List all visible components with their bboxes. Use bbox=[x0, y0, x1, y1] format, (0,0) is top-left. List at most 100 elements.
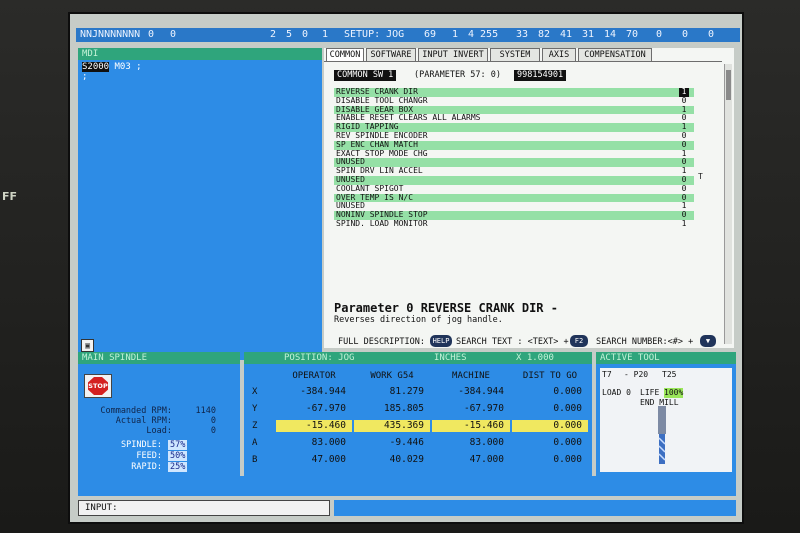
actual-rpm-value: 0 bbox=[210, 416, 216, 426]
actual-rpm-label: Actual RPM: bbox=[115, 416, 172, 426]
tool-life-label: LIFE bbox=[640, 388, 660, 397]
rapid-override-value: 25% bbox=[168, 462, 188, 472]
position-cell: 47.000 bbox=[469, 454, 504, 465]
tab-common[interactable]: COMMON bbox=[326, 48, 364, 61]
tab-divider bbox=[324, 61, 722, 62]
position-panel-header: POSITION: JOG INCHES X 1.000 bbox=[244, 352, 592, 364]
tool-load: LOAD 0 bbox=[602, 388, 631, 397]
parameter-value[interactable]: 998154901 bbox=[514, 70, 567, 81]
tab-compensation[interactable]: COMPENSATION bbox=[578, 48, 652, 61]
position-cell: 0.000 bbox=[553, 454, 582, 465]
tab-axis[interactable]: AXIS bbox=[542, 48, 576, 61]
parameter-bit-row[interactable]: EXACT STOP MODE CHG 1 bbox=[334, 149, 694, 159]
spindle-override-row: SPINDLE: 57% bbox=[82, 440, 234, 450]
program-text[interactable]: S2000 M03 ; ; bbox=[82, 62, 142, 82]
position-column-header: DIST TO GO bbox=[522, 371, 578, 381]
stop-sign-icon: STOP bbox=[88, 377, 108, 395]
position-mode-label: POSITION: JOG bbox=[284, 353, 355, 363]
tab-software[interactable]: SOFTWARE bbox=[366, 48, 416, 61]
floppy-disk-icon[interactable]: ▣ bbox=[81, 339, 94, 352]
axis-label: X bbox=[252, 387, 258, 397]
tool-info: T7 - P20 T25 LOAD 0 LIFE 100% END MILL bbox=[600, 368, 732, 472]
program-cursor-word[interactable]: S2000 bbox=[82, 62, 110, 72]
status-value: 0 bbox=[708, 29, 715, 40]
tool-number-secondary: T25 bbox=[662, 370, 677, 379]
parameter-description-title: Parameter 0 REVERSE CRANK DIR - bbox=[334, 301, 558, 315]
parameter-bit-label: SPIND. LOAD MONITOR bbox=[336, 219, 428, 228]
status-value: 14 bbox=[604, 29, 617, 40]
override-box: SPINDLE: 57% FEED: 50% RAPID: 25% bbox=[82, 440, 234, 472]
position-cell: -67.970 bbox=[463, 403, 504, 414]
status-value: 0 bbox=[302, 29, 309, 40]
position-cell: 0.000 bbox=[512, 420, 588, 432]
position-cell: 435.369 bbox=[354, 420, 430, 432]
parameter-bit-row[interactable]: SPIND. LOAD MONITOR 1 bbox=[334, 219, 694, 229]
position-cell: -384.944 bbox=[458, 386, 504, 397]
position-column-header: WORK G54 bbox=[370, 371, 414, 381]
parameter-bit-row[interactable]: SPIN DRV LIN ACCEL 1 bbox=[334, 166, 694, 176]
feed-override-row: FEED: 50% bbox=[82, 451, 234, 461]
main-spindle-panel: MAIN SPINDLE STOP Commanded RPM: 1140 Ac… bbox=[78, 352, 240, 476]
program-panel[interactable]: MDI S2000 M03 ; ; bbox=[78, 48, 322, 332]
status-value: 0 bbox=[656, 29, 663, 40]
program-line: ; bbox=[82, 72, 88, 82]
status-value: 82 bbox=[538, 29, 551, 40]
tool-life-value: 100% bbox=[664, 388, 684, 398]
status-value: 0 bbox=[148, 29, 155, 40]
help-key-icon[interactable]: HELP bbox=[430, 335, 452, 347]
axis-label: Z bbox=[252, 421, 258, 431]
jog-increment-label: X 1.000 bbox=[516, 353, 554, 363]
position-cell: -15.460 bbox=[432, 420, 510, 432]
down-arrow-key-icon[interactable]: ▼ bbox=[700, 335, 716, 347]
tool-number: T7 bbox=[602, 370, 612, 379]
program-panel-header: MDI bbox=[78, 48, 322, 60]
input-label: INPUT: bbox=[85, 503, 118, 513]
status-value: 0 bbox=[682, 29, 689, 40]
program-mode-label: MDI bbox=[82, 49, 99, 59]
position-column-header: MACHINE bbox=[452, 371, 490, 381]
input-field[interactable]: INPUT: bbox=[78, 500, 330, 516]
status-bar: NNJNNNNNNN 0 0 2 5 0 1 SETUP: JOG 69 1 4… bbox=[76, 28, 740, 42]
status-value: 1 bbox=[452, 29, 459, 40]
end-mill-icon bbox=[658, 406, 666, 464]
mode-code: NNJNNNNNNN bbox=[80, 29, 141, 40]
parameter-bit-value[interactable]: 1 bbox=[679, 219, 689, 229]
stop-button[interactable]: STOP bbox=[84, 374, 112, 398]
status-value: 4 255 bbox=[468, 29, 499, 40]
status-value: 2 bbox=[270, 29, 277, 40]
position-column-header: OPERATOR bbox=[292, 371, 336, 381]
position-cell: 83.000 bbox=[469, 437, 504, 448]
position-cell: -15.460 bbox=[276, 420, 352, 432]
text-cursor-icon: T bbox=[698, 172, 703, 181]
input-status-bar bbox=[334, 500, 736, 516]
parameter-description-body: Reverses direction of jog handle. bbox=[334, 315, 503, 325]
position-cell: 0.000 bbox=[553, 403, 582, 414]
message-bar bbox=[78, 476, 736, 496]
parameter-bit-row[interactable]: OVER TEMP IS N/C 0 bbox=[334, 193, 694, 203]
switch-group-label: COMMON SW 1 bbox=[334, 70, 397, 81]
axis-label: Y bbox=[252, 404, 258, 414]
f2-key-icon[interactable]: F2 bbox=[570, 335, 588, 347]
axis-label: B bbox=[252, 455, 258, 465]
position-cell: -384.944 bbox=[300, 386, 346, 397]
spindle-load-label: Load: bbox=[146, 426, 172, 436]
position-cell: 47.000 bbox=[311, 454, 346, 465]
position-cell: -67.970 bbox=[305, 403, 346, 414]
position-units-label: INCHES bbox=[434, 353, 467, 363]
tab-input-invert[interactable]: INPUT INVERT bbox=[418, 48, 488, 61]
axis-label: A bbox=[252, 438, 258, 448]
status-value: 5 bbox=[286, 29, 293, 40]
position-panel: POSITION: JOG INCHES X 1.000 OPERATOR WOR… bbox=[244, 352, 592, 476]
status-value: 31 bbox=[582, 29, 595, 40]
settings-scrollbar[interactable] bbox=[724, 64, 732, 344]
scrollbar-thumb[interactable] bbox=[726, 70, 731, 100]
tab-system[interactable]: SYSTEM bbox=[490, 48, 540, 61]
full-description-label: FULL DESCRIPTION: bbox=[338, 337, 425, 347]
position-cell: 185.805 bbox=[383, 403, 424, 414]
feed-override-label: FEED: bbox=[136, 451, 162, 461]
parameter-number: (PARAMETER 57: 0) bbox=[414, 70, 501, 80]
commanded-rpm-label: Commanded RPM: bbox=[100, 406, 172, 416]
active-tool-panel: ACTIVE TOOL T7 - P20 T25 LOAD 0 LIFE 100… bbox=[596, 352, 736, 476]
tool-panel-header: ACTIVE TOOL bbox=[596, 352, 736, 364]
status-value: 1 bbox=[322, 29, 329, 40]
